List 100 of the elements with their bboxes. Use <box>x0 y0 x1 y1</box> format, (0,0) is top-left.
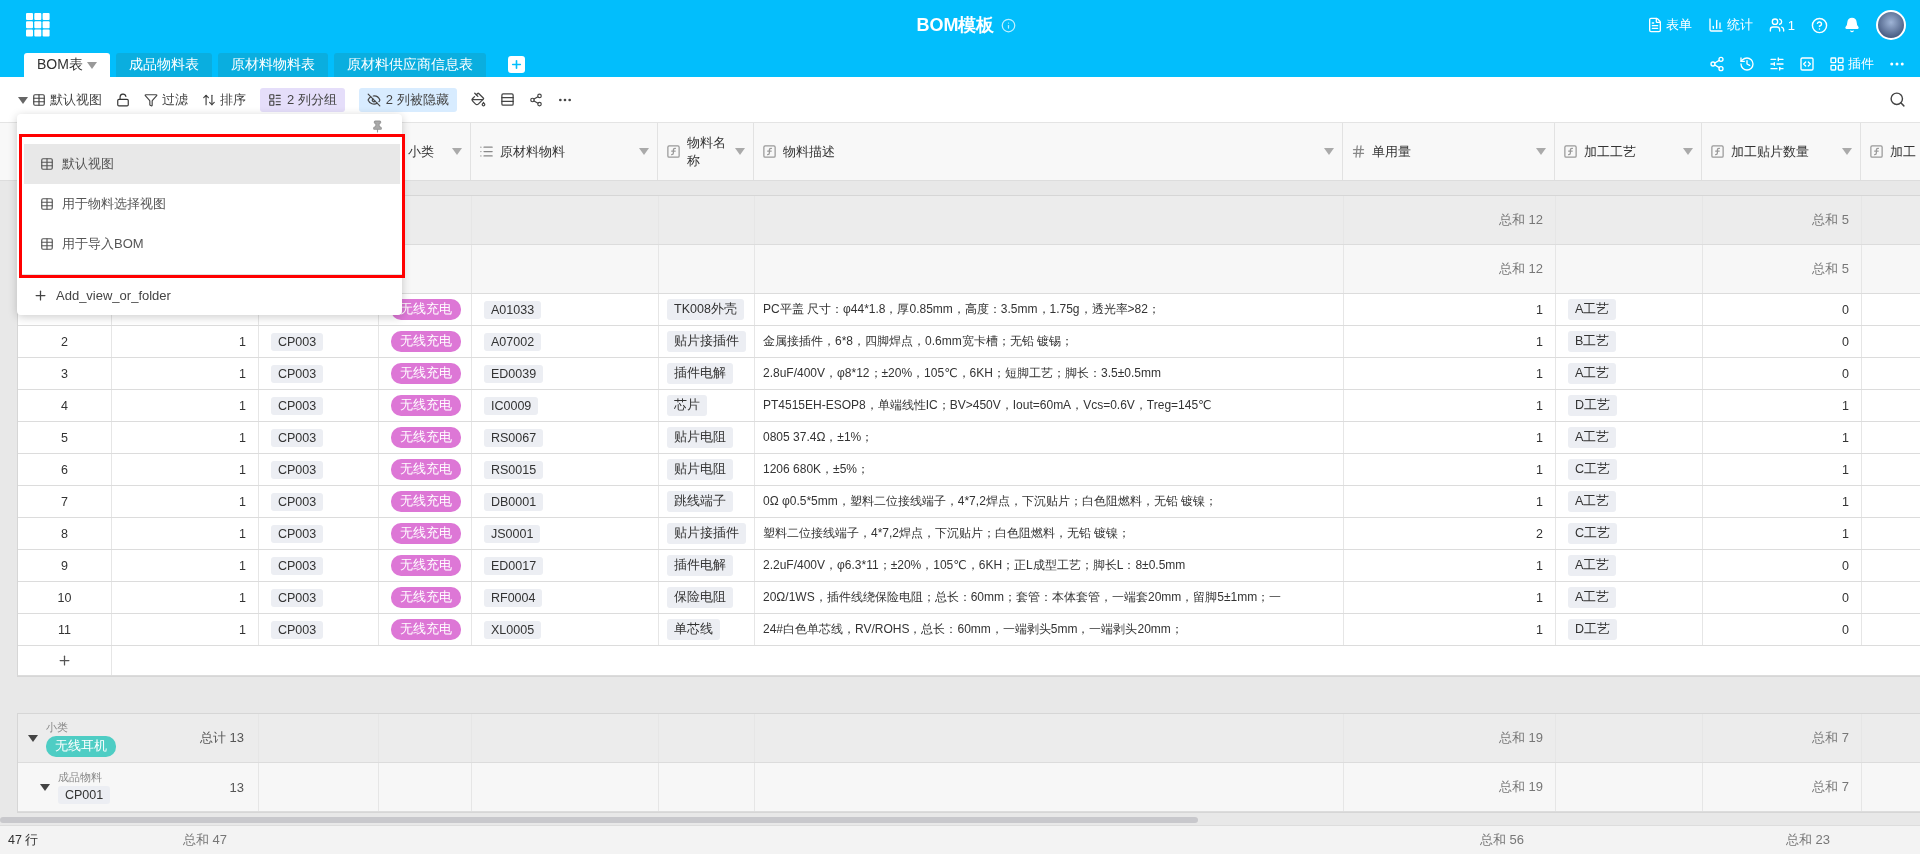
sheet-tab[interactable]: BOM表 <box>24 53 110 77</box>
category-tag: 无线充电 <box>391 555 461 576</box>
caret-icon[interactable] <box>452 148 462 155</box>
group-columns-button[interactable]: 2 列分组 <box>260 87 345 112</box>
row-number: 10 <box>57 590 72 605</box>
table-cell: 0805 37.4Ω，±1%； <box>763 429 874 446</box>
filter-button[interactable]: 过滤 <box>144 88 188 111</box>
user-avatar[interactable] <box>1876 10 1906 40</box>
name-tag: 单芯线 <box>667 619 720 640</box>
name-tag: 贴片电阻 <box>667 459 733 480</box>
caret-icon[interactable] <box>1842 148 1852 155</box>
process-tag: A工艺 <box>1568 427 1617 448</box>
name-tag: 贴片接插件 <box>667 331 746 352</box>
table-cell: 20Ω/1WS，插件线绕保险电阻；总长：60mm；套管：本体套管，一端套20mm，留脚5±1mm；一 <box>763 589 1282 606</box>
function-icon <box>762 144 777 159</box>
table-cell: 0 <box>1842 334 1849 349</box>
process-tag: C工艺 <box>1568 459 1618 480</box>
filter-icon <box>144 92 158 107</box>
column-header[interactable]: 原材料物料 <box>471 123 658 180</box>
help-icon[interactable] <box>1811 16 1828 34</box>
table-cell: 1 <box>1536 334 1543 349</box>
column-header[interactable]: 加工 <box>1861 123 1920 180</box>
column-header[interactable]: 物料名称 <box>658 123 754 180</box>
table-cell: 2.8uF/400V，φ8*12；±20%，105℃，6KH；短脚工艺；脚长：3.5±0.5mm <box>763 365 1161 382</box>
material-tag: ED0039 <box>484 364 544 383</box>
row-number: 4 <box>61 398 68 413</box>
add-sheet-button[interactable] <box>507 56 525 73</box>
pin-icon[interactable] <box>371 120 384 133</box>
list-icon <box>479 144 494 159</box>
table-cell: 0 <box>1842 622 1849 637</box>
table-cell: 0 <box>1842 366 1849 381</box>
code-icon[interactable] <box>1799 56 1815 72</box>
table-cell: 1 <box>239 590 246 605</box>
column-header[interactable]: 物料描述 <box>754 123 1343 180</box>
row-number: 9 <box>61 558 68 573</box>
category-tag: 无线充电 <box>391 395 461 416</box>
table-icon <box>40 157 54 171</box>
product-tag: CP003 <box>271 492 324 511</box>
group-count: 13 <box>229 779 244 795</box>
grid-icon <box>1829 56 1845 72</box>
row-number: 5 <box>61 430 68 445</box>
material-tag: RS0067 <box>484 428 544 447</box>
column-header[interactable]: 单用量 <box>1343 123 1555 180</box>
caret-icon[interactable] <box>1683 148 1693 155</box>
view-menu-item[interactable]: 默认视图 <box>24 144 400 184</box>
category-tag: 无线充电 <box>391 427 461 448</box>
collapse-icon[interactable] <box>28 733 38 743</box>
table-icon <box>40 197 54 211</box>
horizontal-scrollbar[interactable] <box>0 817 1198 823</box>
share-icon[interactable] <box>528 92 543 107</box>
row-height-icon[interactable] <box>499 92 515 107</box>
info-icon[interactable] <box>1000 17 1016 33</box>
table-cell: 1 <box>1536 302 1543 317</box>
lock-icon[interactable] <box>116 92 130 107</box>
add-row-button[interactable] <box>57 653 72 668</box>
process-tag: B工艺 <box>1568 331 1617 352</box>
column-header[interactable]: 加工工艺 <box>1555 123 1702 180</box>
material-tag: DB0001 <box>484 492 544 511</box>
table-cell: 金属接插件，6*8，四脚焊点，0.6mm宽卡槽；无铅 镀锡； <box>763 333 1074 350</box>
bell-icon[interactable] <box>1844 17 1860 33</box>
paint-bucket-icon[interactable] <box>470 92 486 107</box>
table-cell: 1 <box>239 462 246 477</box>
history-icon[interactable] <box>1739 56 1755 72</box>
caret-icon[interactable] <box>639 148 649 155</box>
plus-icon <box>509 58 523 71</box>
process-tag: A工艺 <box>1568 555 1617 576</box>
product-tag: CP003 <box>271 556 324 575</box>
process-tag: D工艺 <box>1568 395 1618 416</box>
table-cell: 1 <box>1536 590 1543 605</box>
product-tag: CP003 <box>271 524 324 543</box>
row-number: 6 <box>61 462 68 477</box>
table-cell: 1 <box>239 398 246 413</box>
collapse-icon[interactable] <box>40 782 50 792</box>
row-number: 2 <box>61 334 68 349</box>
row-number: 7 <box>61 494 68 509</box>
hash-icon <box>1351 144 1366 159</box>
table-cell: 1 <box>1842 430 1849 445</box>
app-grid-icon[interactable] <box>26 13 50 37</box>
material-tag: RF0004 <box>484 588 543 607</box>
category-tag: 无线充电 <box>391 459 461 480</box>
caret-icon[interactable] <box>1536 148 1546 155</box>
sliders-icon[interactable] <box>1769 56 1785 72</box>
caret-icon[interactable] <box>1324 148 1334 155</box>
function-icon <box>1710 144 1725 159</box>
caret-icon[interactable] <box>735 148 745 155</box>
hidden-columns-button[interactable]: 2 列被隐藏 <box>358 87 457 112</box>
eye-off-icon <box>366 92 381 107</box>
column-header[interactable]: 加工贴片数量 <box>1702 123 1861 180</box>
view-selector[interactable]: 默认视图 <box>18 88 102 111</box>
search-icon[interactable] <box>1889 91 1906 108</box>
sort-button[interactable]: 排序 <box>202 88 246 111</box>
form-icon <box>1646 17 1663 33</box>
group-tag: 无线耳机 <box>46 735 116 757</box>
caret-icon[interactable] <box>86 61 97 69</box>
table-cell: 1 <box>1842 462 1849 477</box>
usage-sum: 总和 56 <box>1479 831 1524 849</box>
table-cell: 1 <box>239 334 246 349</box>
table-cell: 2 <box>1536 526 1543 541</box>
process-tag: A工艺 <box>1568 299 1617 320</box>
product-tag: CP003 <box>271 620 324 639</box>
